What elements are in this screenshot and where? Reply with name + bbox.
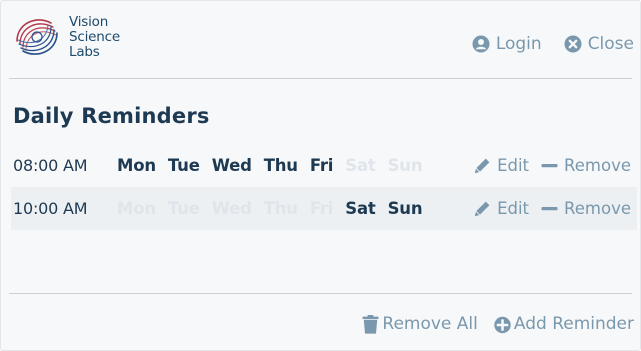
brand-line: Science — [69, 29, 120, 45]
add-reminder-label: Add Reminder — [513, 314, 634, 334]
reminder-time: 08:00 AM — [13, 156, 88, 175]
weekday: Tue — [167, 156, 200, 175]
edit-label: Edit — [497, 199, 530, 218]
edit-button[interactable]: Edit — [474, 156, 529, 175]
plus-circle-icon — [494, 316, 511, 333]
weekday: Thu — [263, 199, 298, 218]
close-label: Close — [587, 34, 634, 54]
weekday: Mon — [117, 156, 156, 175]
reminder-list: 08:00 AM Mon Tue Wed Thu Fri Sat Sun Edi… — [11, 144, 637, 230]
weekday: Fri — [309, 199, 334, 218]
footer-actions: Remove All Add Reminder — [362, 311, 634, 337]
remove-label: Remove — [564, 199, 631, 218]
weekday: Sat — [345, 199, 376, 218]
edit-label: Edit — [497, 156, 530, 175]
header-actions: Login Close — [472, 31, 634, 57]
reminders-panel: Vision Science Labs Login Close Daily Re… — [0, 0, 641, 351]
weekday: Mon — [117, 199, 156, 218]
pencil-icon — [474, 158, 490, 174]
weekday: Fri — [309, 156, 334, 175]
reminder-actions: Edit Remove — [474, 156, 631, 175]
close-circle-icon — [564, 35, 582, 53]
remove-button[interactable]: Remove — [541, 156, 631, 175]
page-title: Daily Reminders — [13, 104, 210, 128]
user-circle-icon — [472, 35, 490, 53]
weekday: Thu — [263, 156, 298, 175]
close-button[interactable]: Close — [564, 34, 634, 54]
header: Vision Science Labs Login Close — [1, 1, 641, 79]
weekday: Sat — [345, 156, 376, 175]
reminder-row: 08:00 AM Mon Tue Wed Thu Fri Sat Sun Edi… — [11, 144, 637, 187]
weekday: Sun — [387, 156, 423, 175]
pencil-icon — [474, 201, 490, 217]
remove-button[interactable]: Remove — [541, 199, 631, 218]
remove-label: Remove — [564, 156, 631, 175]
footer-divider — [9, 293, 632, 294]
login-label: Login — [495, 34, 542, 54]
brand-name: Vision Science Labs — [69, 15, 120, 60]
trash-icon — [362, 314, 379, 334]
brand-line: Vision — [69, 14, 109, 30]
reminder-time: 10:00 AM — [13, 199, 88, 218]
minus-icon — [541, 207, 558, 211]
remove-all-label: Remove All — [382, 314, 478, 334]
add-reminder-button[interactable]: Add Reminder — [494, 314, 634, 334]
reminder-row: 10:00 AM Mon Tue Wed Thu Fri Sat Sun Edi… — [11, 187, 637, 230]
minus-icon — [541, 164, 558, 168]
logo-swirl-icon — [16, 19, 58, 55]
reminder-actions: Edit Remove — [474, 199, 631, 218]
weekday: Wed — [211, 199, 252, 218]
weekday: Tue — [167, 199, 200, 218]
header-divider — [9, 78, 632, 79]
login-button[interactable]: Login — [472, 34, 542, 54]
weekday-list: Mon Tue Wed Thu Fri Sat Sun — [117, 156, 434, 175]
edit-button[interactable]: Edit — [474, 199, 529, 218]
brand-logo: Vision Science Labs — [11, 11, 141, 69]
weekday: Sun — [387, 199, 423, 218]
remove-all-button[interactable]: Remove All — [362, 314, 478, 334]
brand-line: Labs — [69, 44, 100, 60]
weekday-list: Mon Tue Wed Thu Fri Sat Sun — [117, 199, 434, 218]
weekday: Wed — [211, 156, 252, 175]
